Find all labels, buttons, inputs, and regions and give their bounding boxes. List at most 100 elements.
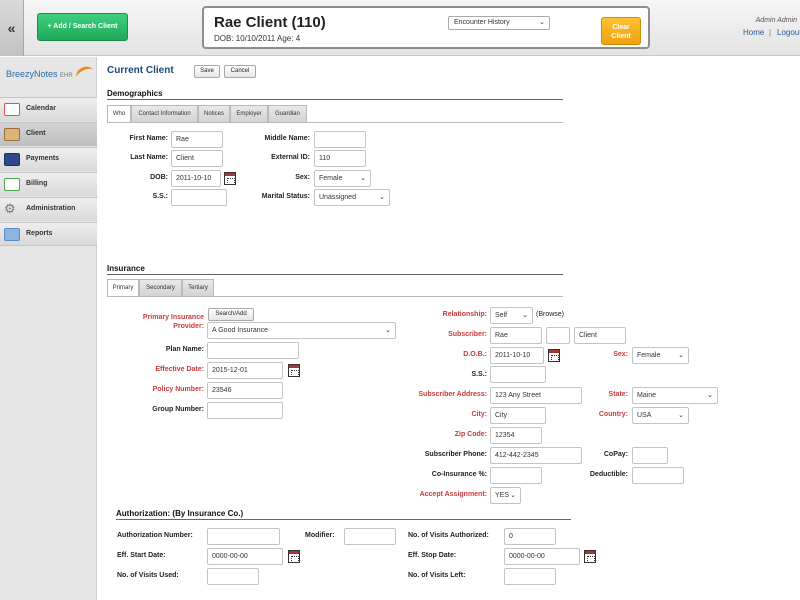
subscriber-ss-field[interactable] <box>490 366 546 383</box>
home-link[interactable]: Home <box>743 28 764 37</box>
sidebar-item-payments[interactable]: Payments <box>0 147 97 171</box>
encounter-history-value: Encounter History <box>454 19 510 26</box>
relationship-select[interactable]: Self ⌄ <box>490 307 533 324</box>
client-name: Rae Client (110) <box>214 14 326 31</box>
top-bar: « + Add / Search Client Rae Client (110)… <box>0 0 800 56</box>
insurance-provider-select[interactable]: A Good Insurance ⌄ <box>207 322 396 339</box>
visits-authorized-field[interactable]: 0 <box>504 528 556 545</box>
subscriber-sex-value: Female <box>637 352 661 359</box>
group-number-label: Group Number: <box>152 406 204 413</box>
copay-field[interactable] <box>632 447 668 464</box>
last-name-field[interactable]: Client <box>171 150 223 167</box>
insurance-heading: Insurance <box>107 264 145 273</box>
tab-tertiary[interactable]: Tertiary <box>182 279 214 296</box>
modifier-label: Modifier: <box>305 532 335 539</box>
encounter-history-select[interactable]: Encounter History ⌄ <box>448 16 550 30</box>
logout-link[interactable]: Logout <box>777 28 800 37</box>
sex-select[interactable]: Female ⌄ <box>314 170 371 187</box>
state-select[interactable]: Maine ⌄ <box>632 387 718 404</box>
sex-label: Sex: <box>295 174 310 181</box>
calendar-picker-icon[interactable] <box>584 550 596 563</box>
eff-stop-date-field[interactable]: 0000-00-00 <box>504 548 580 565</box>
visits-used-field[interactable] <box>207 568 259 585</box>
billing-icon <box>4 178 20 191</box>
dob-label: DOB: <box>150 174 168 181</box>
tab-contact-information[interactable]: Contact Information <box>131 105 198 122</box>
visits-left-field[interactable] <box>504 568 556 585</box>
cancel-button[interactable]: Cancel <box>224 65 256 78</box>
tab-employer[interactable]: Employer <box>230 105 268 122</box>
sidebar-item-billing[interactable]: Billing <box>0 172 97 196</box>
ss-label: S.S.: <box>152 193 168 200</box>
relationship-value: Self <box>495 312 508 319</box>
reports-icon <box>4 228 20 241</box>
subscriber-first-field[interactable]: Rae <box>490 327 542 344</box>
tab-secondary[interactable]: Secondary <box>139 279 182 296</box>
plan-name-field[interactable] <box>207 342 299 359</box>
search-add-insurance-button[interactable]: Search/Add <box>208 308 254 321</box>
external-id-label: External ID: <box>271 154 310 161</box>
sidebar-item-administration[interactable]: ⚙ Administration <box>0 197 97 221</box>
effective-date-field[interactable]: 2015-12-01 <box>207 362 283 379</box>
primary-insurance-provider-label-line2: Provider: <box>173 323 204 330</box>
sidebar-item-reports[interactable]: Reports <box>0 222 97 246</box>
eff-start-date-label: Eff. Start Date: <box>117 552 166 559</box>
sidebar-item-client[interactable]: Client <box>0 122 97 146</box>
middle-name-label: Middle Name: <box>264 135 310 142</box>
city-field[interactable]: City <box>490 407 546 424</box>
chevron-down-icon: ⌄ <box>678 352 684 359</box>
last-name-label: Last Name: <box>130 154 168 161</box>
calendar-picker-icon[interactable] <box>224 172 236 185</box>
tab-guardian[interactable]: Guardian <box>268 105 307 122</box>
subscriber-middle-field[interactable] <box>546 327 570 344</box>
calendar-icon <box>4 103 20 116</box>
external-id-field[interactable]: 110 <box>314 150 366 167</box>
tab-notices[interactable]: Notices <box>198 105 230 122</box>
sidebar-item-label: Calendar <box>26 105 56 112</box>
chevron-down-icon: ⌄ <box>385 327 391 334</box>
zip-code-field[interactable]: 12354 <box>490 427 542 444</box>
group-number-field[interactable] <box>207 402 283 419</box>
save-button[interactable]: Save <box>194 65 220 78</box>
visits-used-label: No. of Visits Used: <box>117 572 179 579</box>
insurance-provider-value: A Good Insurance <box>212 327 269 334</box>
deductible-label: Deductible: <box>589 471 628 478</box>
policy-number-field[interactable]: 23546 <box>207 382 283 399</box>
authorization-number-field[interactable] <box>207 528 280 545</box>
browse-link[interactable]: (Browse) <box>536 311 564 318</box>
sidebar-item-label: Client <box>26 130 46 137</box>
tab-who[interactable]: Who <box>107 105 131 122</box>
chevron-down-icon: ⌄ <box>360 175 366 182</box>
co-insurance-field[interactable] <box>490 467 542 484</box>
middle-name-field[interactable] <box>314 131 366 148</box>
calendar-picker-icon[interactable] <box>288 550 300 563</box>
deductible-field[interactable] <box>632 467 684 484</box>
marital-status-select[interactable]: Unassigned ⌄ <box>314 189 390 206</box>
eff-start-date-field[interactable]: 0000-00-00 <box>207 548 283 565</box>
calendar-picker-icon[interactable] <box>548 349 560 362</box>
tab-primary[interactable]: Primary <box>107 279 139 296</box>
effective-date-label: Effective Date: <box>155 366 204 373</box>
subscriber-dob-field[interactable]: 2011-10-10 <box>490 347 544 364</box>
sidebar-item-calendar[interactable]: Calendar <box>0 97 97 121</box>
chevron-down-icon: ⌄ <box>707 392 713 399</box>
modifier-field[interactable] <box>344 528 396 545</box>
accept-assignment-select[interactable]: YES ⌄ <box>490 487 521 504</box>
zip-code-label: Zip Code: <box>454 431 487 438</box>
subscriber-last-field[interactable]: Client <box>574 327 626 344</box>
calendar-picker-icon[interactable] <box>288 364 300 377</box>
chevron-down-icon: ⌄ <box>379 194 385 201</box>
dob-field[interactable]: 2011-10-10 <box>171 170 221 187</box>
first-name-field[interactable]: Rae <box>171 131 223 148</box>
logo-swoosh-icon <box>73 63 97 85</box>
country-select[interactable]: USA ⌄ <box>632 407 689 424</box>
collapse-sidebar-button[interactable]: « <box>0 0 24 56</box>
link-separator: | <box>769 28 772 37</box>
ss-field[interactable] <box>171 189 227 206</box>
sidebar-item-label: Payments <box>26 155 60 162</box>
clear-client-button[interactable]: Clear Client <box>601 17 641 45</box>
add-search-client-button[interactable]: + Add / Search Client <box>37 13 128 41</box>
subscriber-sex-select[interactable]: Female ⌄ <box>632 347 689 364</box>
subscriber-address-field[interactable]: 123 Any Street <box>490 387 582 404</box>
subscriber-phone-field[interactable]: 412-442-2345 <box>490 447 582 464</box>
